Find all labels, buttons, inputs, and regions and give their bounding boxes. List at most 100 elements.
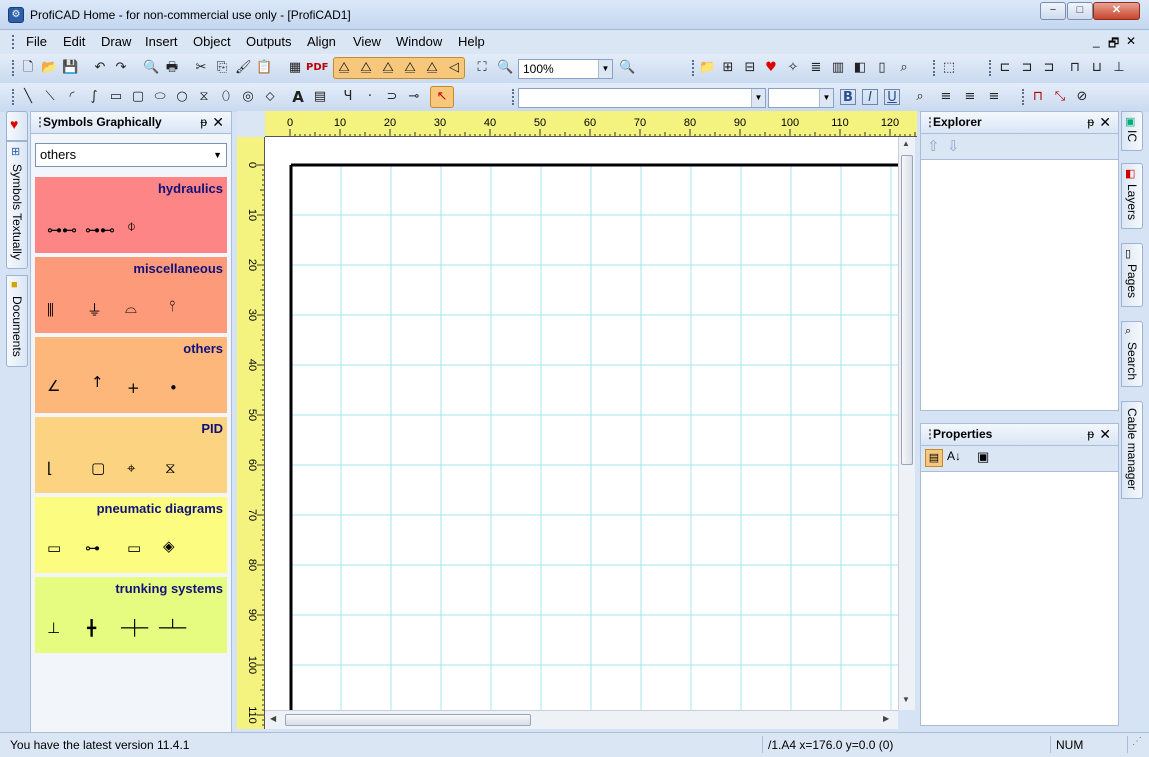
polyline-tool-icon[interactable]: ⟍ [42, 89, 58, 105]
tab-cable-manager[interactable]: Cable manager [1121, 401, 1143, 499]
wire-tool-icon[interactable]: Ч [340, 89, 356, 105]
align-left-icon[interactable]: ⊏ [997, 60, 1013, 76]
zoom-in-icon[interactable]: 🔍 [497, 60, 513, 76]
zoom-out-icon[interactable]: 🔍 [619, 60, 635, 76]
circle-tool-icon[interactable]: ○ [174, 89, 190, 105]
text-align-right-icon[interactable]: ≡ [986, 89, 1002, 105]
arrow-up-icon[interactable]: ⇧ [927, 137, 940, 155]
vertical-scroll-thumb[interactable] [901, 155, 913, 465]
crop-icon[interactable]: ⬚ [941, 60, 957, 76]
format-painter-icon[interactable]: 🖌 [235, 60, 252, 76]
menu-view[interactable]: View [353, 34, 381, 49]
property-pages-icon[interactable]: ▣ [977, 449, 989, 465]
tab-search[interactable]: ⌕ Search [1121, 321, 1143, 387]
category-label[interactable]: pneumatic diagrams [97, 501, 223, 516]
rounded-rect-tool-icon[interactable]: ▢ [130, 89, 146, 105]
paste-icon[interactable]: 📋 [256, 60, 272, 76]
menu-align[interactable]: Align [307, 34, 336, 49]
categorized-icon[interactable]: ▤ [925, 449, 943, 467]
drawing-canvas[interactable] [265, 137, 898, 710]
tab-ic[interactable]: ▣ IC [1121, 111, 1143, 151]
line-tool-icon[interactable]: ╲ [20, 89, 36, 105]
menu-help[interactable]: Help [458, 34, 485, 49]
tab-symbols-textually[interactable]: ⊞ Symbols Textually [6, 141, 28, 269]
menu-file[interactable]: File [26, 34, 47, 49]
sort-alpha-icon[interactable]: A↓ [947, 449, 961, 463]
tab-layers[interactable]: ◧ Layers [1121, 163, 1143, 229]
mdi-minimize-button[interactable]: _ [1093, 34, 1100, 48]
numbering-icon[interactable]: ≣ [808, 60, 824, 76]
chevron-down-icon[interactable]: ▼ [819, 89, 833, 107]
page-icon[interactable]: ▯ [874, 60, 890, 76]
cut-icon[interactable]: ✂ [193, 60, 209, 76]
close-icon[interactable]: ✕ [212, 112, 224, 133]
symbol-item[interactable]: ─┴─ [159, 619, 186, 641]
category-label[interactable]: miscellaneous [133, 261, 223, 276]
symbol-item[interactable]: ⊥ [47, 619, 60, 641]
favorites-tab[interactable]: ♥ [6, 111, 28, 141]
align-bottom-icon[interactable]: ⊥ [1111, 60, 1127, 76]
star-tool-icon[interactable]: ⬦ [262, 89, 278, 105]
layers-icon[interactable]: ◧ [852, 60, 868, 76]
menu-object[interactable]: Object [193, 34, 231, 49]
text-align-left-icon[interactable]: ≡ [938, 89, 954, 105]
minimize-button[interactable]: − [1040, 2, 1066, 20]
align-top-icon[interactable]: ⊓ [1067, 60, 1083, 76]
rotate-left-icon[interactable]: ⧋ [380, 60, 396, 76]
underline-button[interactable]: U [884, 89, 900, 105]
zoom-combo[interactable]: 100% ▼ [518, 59, 613, 79]
symbol-item[interactable]: + [127, 379, 140, 401]
connect-icon[interactable]: ⊟ [742, 60, 758, 76]
symbol-item[interactable]: ⧖ [165, 459, 176, 481]
category-label[interactable]: others [183, 341, 223, 356]
symbol-item[interactable]: ⏚ [87, 299, 102, 321]
rotate-right-icon[interactable]: ⧋ [402, 60, 418, 76]
category-label[interactable]: hydraulics [158, 181, 223, 196]
mirror-vertical-icon[interactable]: ⧋ [358, 60, 374, 76]
wizard-icon[interactable]: ✧ [785, 60, 801, 76]
hierarchy-icon[interactable]: ⊞ [720, 60, 736, 76]
chevron-down-icon[interactable]: ▼ [598, 60, 612, 78]
copy-icon[interactable]: ⎘ [214, 60, 230, 76]
chevron-down-icon[interactable]: ▼ [751, 89, 765, 107]
scroll-down-icon[interactable]: ▼ [902, 695, 910, 704]
maximize-button[interactable]: □ [1067, 2, 1093, 20]
label-tool-icon[interactable]: ⊃ [384, 89, 400, 105]
select-pointer-icon[interactable]: ↖ [434, 89, 450, 105]
category-label[interactable]: PID [201, 421, 223, 436]
align-right-icon[interactable]: ⊐ [1041, 60, 1057, 76]
symbol-item[interactable]: ⫼ [47, 301, 54, 323]
ellipse-tool-icon[interactable]: ⬭ [152, 89, 168, 105]
zoom-extents-icon[interactable]: ⛶ [474, 60, 490, 76]
curve-tool-icon[interactable]: ∫ [86, 89, 102, 105]
tab-documents[interactable]: ■ Documents [6, 275, 28, 367]
redo-icon[interactable]: ↷ [113, 60, 129, 76]
menu-draw[interactable]: Draw [101, 34, 131, 49]
text-search-icon[interactable]: ⌕ [912, 89, 928, 105]
text-align-center-icon[interactable]: ≡ [962, 89, 978, 105]
bold-button[interactable]: B [840, 89, 856, 105]
tab-pages[interactable]: ▯ Pages [1121, 243, 1143, 307]
symbol-item[interactable]: ⌽ [127, 217, 136, 239]
mdi-restore-button[interactable]: 🗗 [1108, 34, 1119, 55]
horizontal-scrollbar[interactable]: ◀ ▶ [265, 710, 898, 729]
align-center-icon[interactable]: ⊐ [1019, 60, 1035, 76]
mirror-horizontal-icon[interactable]: ⧋ [336, 60, 352, 76]
scroll-up-icon[interactable]: ▲ [902, 139, 910, 148]
terminal-tool-icon[interactable]: ⊸ [406, 89, 422, 105]
textbox-tool-icon[interactable]: ▤ [312, 89, 328, 105]
measure-icon[interactable]: ⤡ [1052, 89, 1068, 105]
align-middle-icon[interactable]: ⊔ [1089, 60, 1105, 76]
rectangle-tool-icon[interactable]: ▭ [108, 89, 124, 105]
vertical-scrollbar[interactable]: ▲ ▼ [898, 137, 915, 710]
pin-icon[interactable]: ᵽ [200, 112, 207, 133]
text-tool-icon[interactable]: A [290, 89, 306, 105]
close-button[interactable]: ✕ [1093, 2, 1140, 20]
print-icon[interactable]: 🖶 [164, 60, 180, 76]
symbol-item[interactable]: ▢ [91, 459, 105, 481]
new-file-icon[interactable]: 🗋 [20, 60, 36, 76]
italic-button[interactable]: I [862, 89, 878, 105]
dimension-icon[interactable]: ⊓ [1030, 89, 1046, 105]
pin-icon[interactable]: ᵽ [1087, 424, 1094, 445]
symbol-item[interactable]: ⌓ [125, 299, 137, 321]
